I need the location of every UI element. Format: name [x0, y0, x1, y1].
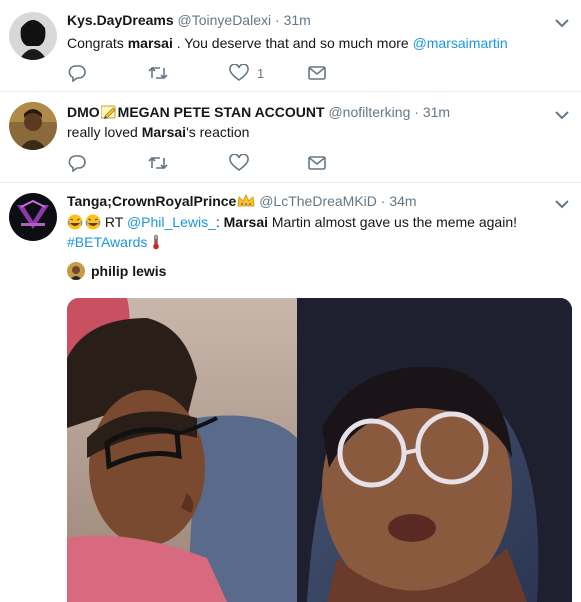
- chevron-down-icon[interactable]: [555, 199, 569, 209]
- tweet-header: DMO MEGAN PETE STAN ACCOUNT @nofilterking…: [67, 104, 450, 120]
- retweet-icon[interactable]: [147, 64, 169, 82]
- text-segment: Martin almost gave us the meme again!: [268, 214, 518, 230]
- tweet-text: really loved Marsai's reaction: [67, 122, 567, 142]
- quoted-author-name: philip lewis: [91, 263, 167, 279]
- tweet-text: Congrats marsai . You deserve that and s…: [67, 33, 567, 53]
- tweet-header: Kys.DayDreams @ToinyeDalexi · 31m: [67, 12, 311, 28]
- display-name-part: MEGAN PETE STAN ACCOUNT: [117, 104, 325, 120]
- text-segment: Congrats: [67, 35, 128, 51]
- text-bold: marsai: [127, 35, 173, 51]
- text-segment: :: [215, 214, 224, 230]
- handle[interactable]: @ToinyeDalexi: [178, 12, 272, 28]
- display-name[interactable]: Kys.DayDreams: [67, 12, 174, 28]
- separator: ·: [414, 104, 419, 120]
- mention-link[interactable]: @Phil_Lewis_: [127, 214, 216, 230]
- hashtag-link[interactable]: #BETAwards: [67, 234, 147, 250]
- display-name-part: Tanga;CrownRoyalPrince: [67, 193, 237, 209]
- chevron-down-icon[interactable]: [555, 18, 569, 28]
- like-icon[interactable]: [229, 154, 249, 172]
- avatar[interactable]: [9, 12, 57, 60]
- thermometer-emoji-icon: [153, 234, 160, 250]
- tweet-media-image[interactable]: [67, 298, 572, 602]
- laughing-emoji-icon: [67, 214, 83, 230]
- text-segment: really loved: [67, 124, 142, 140]
- separator: ·: [380, 193, 386, 209]
- crown-emoji-icon: [237, 194, 255, 207]
- display-name[interactable]: Tanga;CrownRoyalPrince: [67, 193, 255, 209]
- handle[interactable]: @LcTheDreaMKiD: [259, 193, 377, 209]
- reply-icon[interactable]: [67, 64, 87, 82]
- display-name-part: DMO: [67, 104, 100, 120]
- tweet-1[interactable]: Kys.DayDreams @ToinyeDalexi · 31m Congra…: [0, 0, 581, 92]
- retweet-icon[interactable]: [147, 154, 169, 172]
- tweet-header: Tanga;CrownRoyalPrince @LcTheDreaMKiD · …: [67, 193, 417, 209]
- text-segment: 's reaction: [186, 124, 250, 140]
- avatar[interactable]: [67, 262, 85, 280]
- timestamp[interactable]: 31m: [423, 104, 450, 120]
- pencil-emoji-icon: [100, 105, 116, 119]
- mention-link[interactable]: @marsaimartin: [413, 35, 508, 51]
- timestamp[interactable]: 34m: [389, 193, 416, 209]
- dm-icon[interactable]: [307, 154, 327, 172]
- tweet-actions: 1: [67, 64, 367, 84]
- chevron-down-icon[interactable]: [555, 110, 569, 120]
- like-count: 1: [257, 66, 265, 81]
- timestamp[interactable]: 31m: [284, 12, 311, 28]
- tweet-actions: [67, 154, 367, 174]
- handle[interactable]: @nofilterking: [328, 104, 410, 120]
- display-name[interactable]: DMO MEGAN PETE STAN ACCOUNT: [67, 104, 325, 120]
- text-bold: Marsai: [141, 124, 187, 140]
- dm-icon[interactable]: [307, 64, 327, 82]
- text-segment: . You deserve that and so much more: [172, 35, 413, 51]
- like-icon[interactable]: [229, 64, 249, 82]
- avatar[interactable]: [9, 102, 57, 150]
- text-bold: Marsai: [223, 214, 268, 230]
- tweet-text: RT @Phil_Lewis_: Marsai Martin almost ga…: [67, 212, 567, 252]
- laughing-emoji-icon: [85, 214, 101, 230]
- separator: ·: [275, 12, 280, 28]
- rt-label: RT: [101, 214, 127, 230]
- reply-icon[interactable]: [67, 154, 87, 172]
- avatar[interactable]: [9, 193, 57, 241]
- tweet-2[interactable]: DMO MEGAN PETE STAN ACCOUNT @nofilterking…: [0, 92, 581, 183]
- tweet-3[interactable]: Tanga;CrownRoyalPrince @LcTheDreaMKiD · …: [0, 183, 581, 602]
